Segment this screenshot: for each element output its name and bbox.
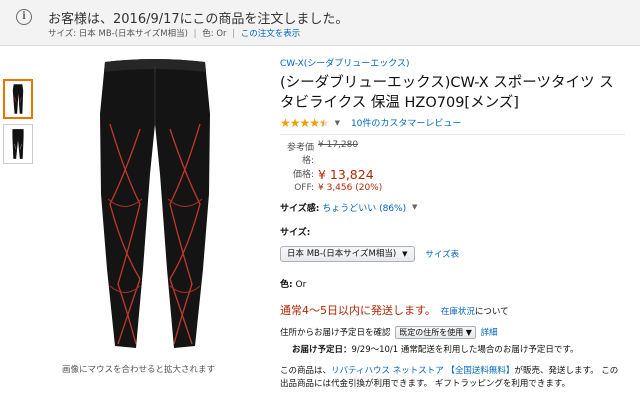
main-product-image[interactable] bbox=[70, 54, 240, 354]
list-price: ¥ 17,280 bbox=[318, 140, 359, 150]
thumbnail-side[interactable] bbox=[3, 124, 33, 164]
color-value: Or bbox=[295, 280, 307, 290]
product-title: (シーダブリューエックス)CW-X スポーツタイツ スタビライクス 保温 HZO… bbox=[280, 75, 614, 111]
divider bbox=[280, 134, 625, 135]
size-select[interactable]: 日本 MB-(日本サイズM相当) ▼ bbox=[280, 246, 415, 262]
size-chart-link[interactable]: サイズ表 bbox=[425, 250, 459, 260]
zoom-hint: 画像にマウスを合わせると拡大されます bbox=[62, 365, 216, 375]
size-fit-row: サイズ感: ちょうどいい (86%) ▼ bbox=[280, 201, 625, 214]
dropdown-arrow-icon: ▼ bbox=[465, 328, 472, 337]
tights-front-thumb-icon bbox=[12, 84, 24, 114]
price-label: 価格: bbox=[292, 170, 314, 180]
discount-amount: ¥ 3,456 (20%) bbox=[318, 183, 383, 193]
separator: | bbox=[232, 29, 236, 39]
color-row: 色: Or bbox=[280, 277, 625, 290]
seller-text-prefix: この商品は、 bbox=[280, 366, 332, 376]
seller-shipping-link[interactable]: 【全国送料無料】 bbox=[446, 366, 514, 376]
size-selected-value: 日本 MB-(日本サイズM相当) bbox=[287, 249, 397, 259]
delivery-date-label: お届け予定日： bbox=[292, 345, 352, 355]
order-color: 色: Or bbox=[202, 29, 227, 39]
address-select-value: 既定の住所を使用 bbox=[399, 328, 464, 337]
info-icon: i bbox=[16, 9, 32, 25]
star-rating-icon[interactable]: ★★★★★ bbox=[280, 116, 330, 130]
size-fit-label: サイズ感: bbox=[280, 204, 320, 214]
product-details: CW-X(シーダブリューエックス) (シーダブリューエックス)CW-X スポーツ… bbox=[280, 56, 625, 391]
stock-status-link[interactable]: 在庫状況 bbox=[441, 307, 475, 317]
delivery-address-row: 住所からお届け予定日を確認 既定の住所を使用 ▼ 詳細 bbox=[280, 326, 625, 339]
tights-product-illustration bbox=[100, 59, 210, 348]
stock-status-suffix: について bbox=[474, 307, 509, 317]
size-label: サイズ: bbox=[280, 228, 311, 238]
thumbnail-front[interactable] bbox=[3, 79, 33, 119]
order-size: サイズ: 日本 MB-(日本サイズM相当) bbox=[48, 29, 188, 39]
order-notice-bar: i お客様は、2016/9/17にこの商品を注文しました。 サイズ: 日本 MB… bbox=[0, 0, 640, 46]
delivery-detail-link[interactable]: 詳細 bbox=[481, 328, 498, 338]
shipping-message: 通常4～5日以内に発送します。 bbox=[280, 304, 436, 317]
size-row: 日本 MB-(日本サイズM相当) ▼ サイズ表 bbox=[280, 246, 625, 262]
size-fit-link[interactable]: ちょうどいい (86%) bbox=[322, 204, 406, 214]
order-notice-message: お客様は、2016/9/17にこの商品を注文しました。 bbox=[48, 12, 349, 27]
delivery-date: お届け予定日：9/29～10/1 通常配送を利用した場合のお届け予定日です。 bbox=[292, 344, 625, 356]
brand-link[interactable]: CW-X(シーダブリューエックス) bbox=[280, 59, 410, 69]
chevron-down-icon[interactable]: ▼ bbox=[412, 203, 417, 211]
color-label: 色: bbox=[280, 280, 293, 290]
shipping-row: 通常4～5日以内に発送します。 在庫状況について bbox=[280, 302, 625, 318]
separator: | bbox=[193, 29, 197, 39]
off-label: OFF: bbox=[294, 183, 314, 193]
view-order-link[interactable]: この注文を表示 bbox=[241, 29, 301, 39]
delivery-address-prompt: 住所からお届け予定日を確認 bbox=[280, 328, 391, 338]
price-block: 参考価格: ¥ 17,280 価格: ¥ 13,824 OFF: ¥ 3,456… bbox=[280, 140, 625, 193]
order-notice-detail: サイズ: 日本 MB-(日本サイズM相当) | 色: Or | この注文を表示 bbox=[48, 27, 300, 39]
rating-row: ★★★★★ ▼ 10件のカスタマーレビュー bbox=[280, 116, 625, 130]
tights-side-thumb-icon bbox=[12, 129, 24, 159]
address-select[interactable]: 既定の住所を使用 ▼ bbox=[395, 326, 476, 339]
price: ¥ 13,824 bbox=[318, 167, 374, 182]
list-price-label: 参考価格: bbox=[286, 143, 314, 166]
chevron-down-icon[interactable]: ▼ bbox=[335, 119, 340, 127]
customer-reviews-link[interactable]: 10件のカスタマーレビュー bbox=[351, 119, 461, 129]
delivery-date-text: 9/29～10/1 通常配送を利用した場合のお届け予定日です。 bbox=[351, 345, 579, 355]
seller-info: この商品は、リバティハウス ネットストア 【全国送料無料】が販売、発送します。 … bbox=[280, 365, 625, 391]
seller-name-link[interactable]: リバティハウス ネットストア bbox=[331, 366, 444, 376]
dropdown-arrow-icon: ▼ bbox=[402, 250, 408, 258]
